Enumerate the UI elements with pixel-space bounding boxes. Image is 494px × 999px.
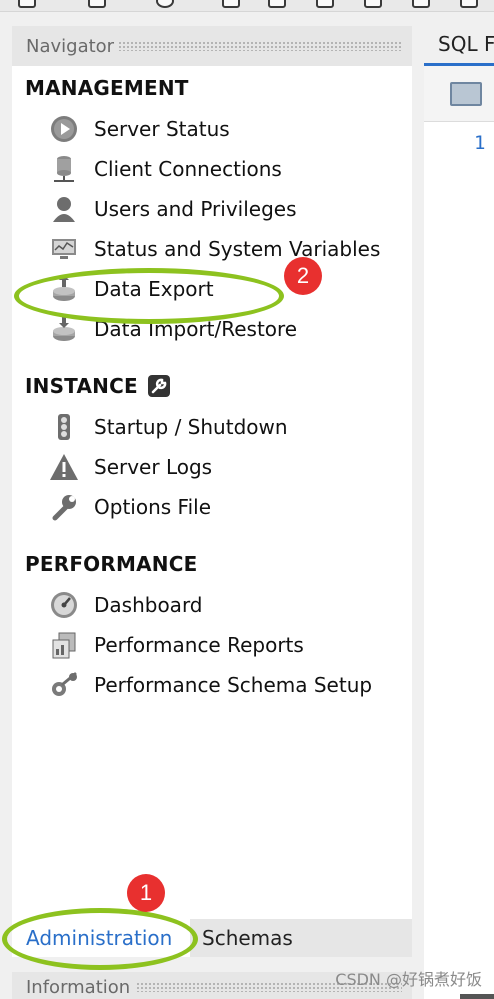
main-toolbar [0, 0, 494, 12]
nav-item-dashboard[interactable]: Dashboard [48, 588, 408, 622]
sql-editor[interactable] [424, 122, 494, 999]
nav-item-label: Server Logs [94, 455, 213, 479]
toolbar-button-icon[interactable] [222, 0, 240, 8]
navigator-tabbar: Administration Schemas [12, 919, 412, 957]
nav-item-label: Data Export [94, 277, 214, 301]
editor-tab-sql[interactable]: SQL F [424, 26, 494, 66]
reports-icon [48, 630, 80, 660]
section-management-title: MANAGEMENT [25, 76, 189, 100]
nav-item-status-variables[interactable]: Status and System Variables [48, 232, 408, 266]
toolbar-button-icon[interactable] [18, 0, 36, 8]
database-connections-icon [48, 154, 80, 184]
monitor-icon [48, 234, 80, 264]
toolbar-button-icon[interactable] [316, 0, 334, 8]
section-performance-title: PERFORMANCE [25, 552, 197, 576]
section-title-text: INSTANCE [25, 374, 138, 398]
warning-icon [48, 452, 80, 482]
nav-item-users-privileges[interactable]: Users and Privileges [48, 192, 408, 226]
nav-item-label: Status and System Variables [94, 237, 381, 261]
tab-schemas[interactable]: Schemas [190, 919, 310, 957]
step-badge-1: 1 [127, 874, 165, 912]
tab-administration[interactable]: Administration [12, 919, 190, 957]
toolbar-button-icon[interactable] [460, 0, 478, 8]
navigator-panel: MANAGEMENT Server Status Client Connecti… [12, 66, 412, 919]
nav-item-schema-setup[interactable]: Performance Schema Setup [48, 668, 408, 702]
resize-handle[interactable] [460, 994, 494, 999]
nav-item-server-status[interactable]: Server Status [48, 112, 408, 146]
nav-item-label: Users and Privileges [94, 197, 297, 221]
user-icon [48, 194, 80, 224]
panel-grip[interactable] [118, 41, 402, 51]
traffic-light-icon [48, 412, 80, 442]
open-folder-icon[interactable] [450, 82, 482, 106]
editor-toolbar [424, 66, 494, 122]
toolbar-button-icon[interactable] [364, 0, 382, 8]
nav-item-data-import[interactable]: Data Import/Restore [48, 312, 408, 346]
nav-item-client-connections[interactable]: Client Connections [48, 152, 408, 186]
section-title-text: PERFORMANCE [25, 552, 198, 576]
step-badge-2: 2 [284, 257, 322, 295]
schema-setup-icon [48, 670, 80, 700]
nav-item-options-file[interactable]: Options File [48, 490, 408, 524]
toolbar-button-icon[interactable] [268, 0, 286, 8]
toolbar-button-icon[interactable] [156, 0, 174, 8]
nav-item-data-export[interactable]: Data Export [48, 272, 408, 306]
nav-item-label: Options File [94, 495, 211, 519]
nav-item-label: Performance Reports [94, 633, 304, 657]
play-circle-icon [48, 114, 80, 144]
toolbar-button-icon[interactable] [88, 0, 106, 8]
nav-item-performance-reports[interactable]: Performance Reports [48, 628, 408, 662]
import-icon [48, 314, 80, 344]
nav-item-server-logs[interactable]: Server Logs [48, 450, 408, 484]
section-title-text: MANAGEMENT [25, 76, 189, 100]
wrench-icon [48, 492, 80, 522]
section-instance-title: INSTANCE [25, 374, 170, 398]
wrench-icon [147, 375, 170, 397]
information-title: Information [26, 976, 131, 998]
gauge-icon [48, 590, 80, 620]
nav-item-label: Client Connections [94, 157, 282, 181]
nav-item-label: Startup / Shutdown [94, 415, 288, 439]
navigator-header: Navigator [12, 26, 412, 66]
nav-item-label: Data Import/Restore [94, 317, 298, 341]
nav-item-label: Server Status [94, 117, 230, 141]
nav-item-startup-shutdown[interactable]: Startup / Shutdown [48, 410, 408, 444]
nav-item-label: Dashboard [94, 593, 203, 617]
watermark: CSDN @好锅煮好饭 [335, 970, 482, 989]
navigator-title: Navigator [26, 35, 115, 57]
line-number: 1 [474, 132, 486, 154]
toolbar-button-icon[interactable] [412, 0, 430, 8]
export-icon [48, 274, 80, 304]
nav-item-label: Performance Schema Setup [94, 673, 373, 697]
